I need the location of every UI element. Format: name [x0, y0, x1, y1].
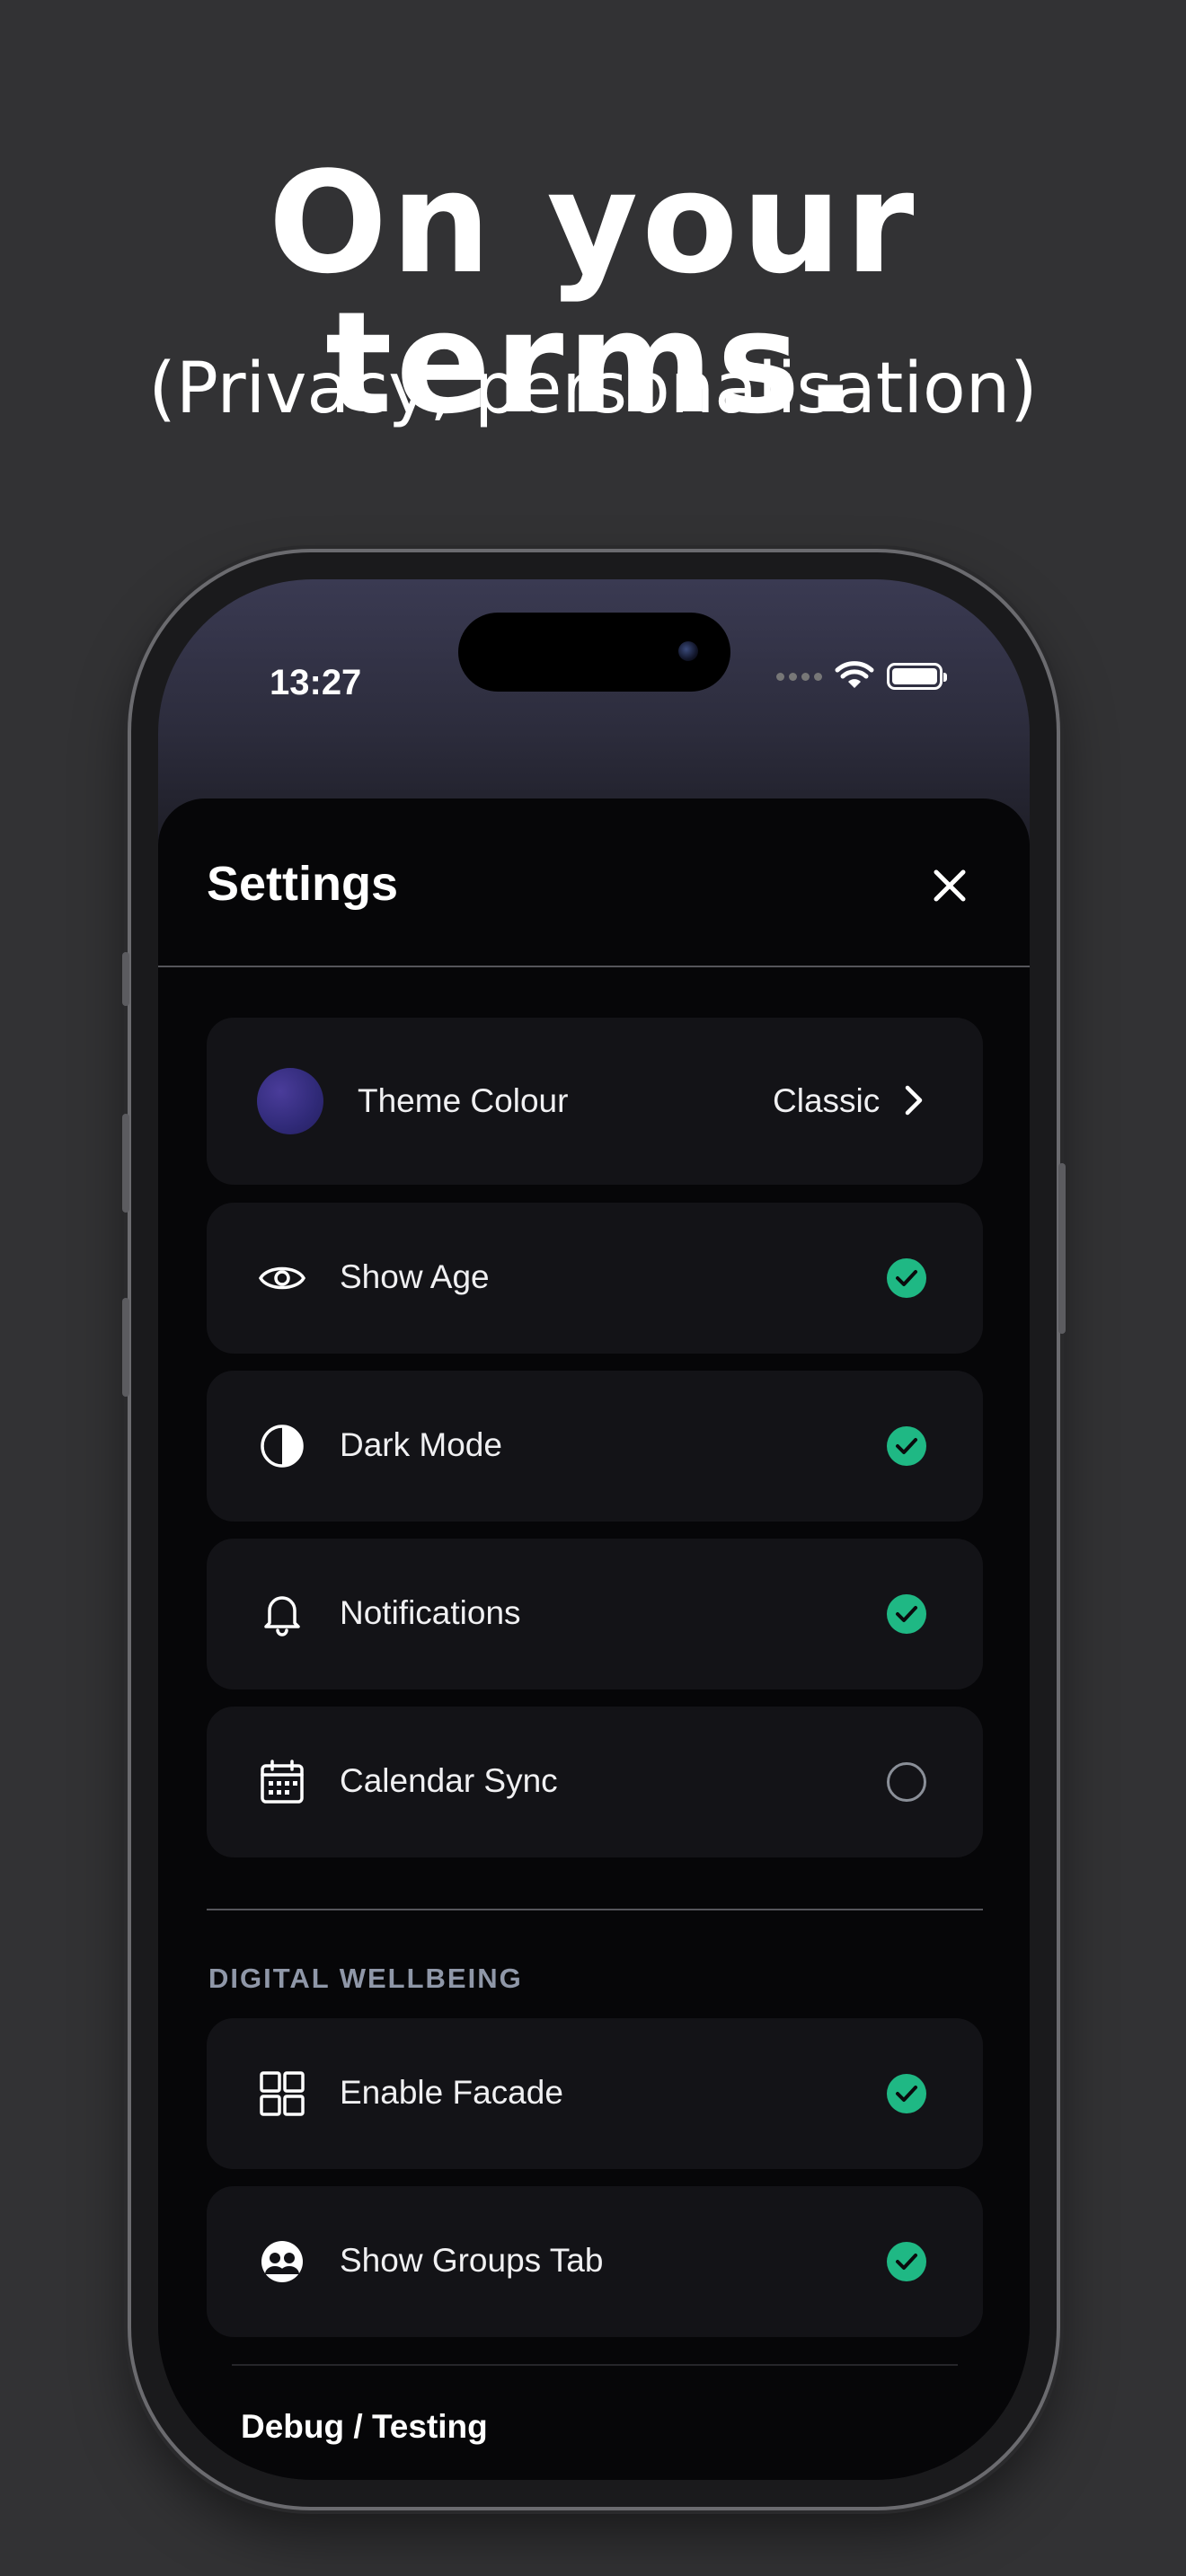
sheet-header: Settings	[158, 798, 1030, 966]
show-age-row[interactable]: Show Age	[207, 1203, 983, 1354]
signal-dots-icon	[776, 672, 822, 681]
show-groups-tab-label: Show Groups Tab	[340, 2242, 604, 2279]
check-circle-icon[interactable]	[886, 2241, 927, 2282]
bell-icon	[264, 1596, 300, 1636]
grid-icon	[260, 2071, 305, 2116]
battery-icon	[887, 663, 947, 690]
status-bar: 13:27	[158, 579, 1030, 759]
notifications-label: Notifications	[340, 1594, 521, 1631]
check-circle-icon[interactable]	[886, 1593, 927, 1635]
eye-icon	[258, 1266, 306, 1290]
notifications-row[interactable]: Notifications	[207, 1539, 983, 1689]
show-groups-tab-row[interactable]: Show Groups Tab	[207, 2186, 983, 2337]
sheet-title: Settings	[207, 857, 399, 911]
volume-down-button	[122, 1298, 129, 1397]
header-divider	[158, 966, 1030, 967]
close-icon[interactable]	[925, 861, 974, 910]
enable-facade-label: Enable Facade	[340, 2074, 563, 2111]
wellbeing-section-label: DIGITAL WELLBEING	[208, 1963, 523, 1994]
chevron-right-icon	[905, 1085, 923, 1116]
group-icon	[261, 2241, 303, 2282]
section-divider	[207, 1909, 983, 1910]
debug-section-title: Debug / Testing	[241, 2408, 488, 2445]
check-circle-icon[interactable]	[886, 2073, 927, 2114]
dark-mode-row[interactable]: Dark Mode	[207, 1371, 983, 1522]
theme-colour-label: Theme Colour	[358, 1082, 569, 1119]
debug-divider	[232, 2364, 958, 2366]
dark-mode-label: Dark Mode	[340, 1426, 502, 1463]
settings-sheet: Settings Theme Colour Classic Show Age D…	[158, 798, 1030, 2480]
status-icons	[776, 658, 947, 694]
promo-subheadline: (Privacy, personalisation)	[148, 348, 1038, 429]
camera-icon	[678, 641, 698, 661]
contrast-icon	[261, 1425, 304, 1468]
dynamic-island	[458, 613, 730, 692]
unchecked-circle-icon[interactable]	[886, 1761, 927, 1803]
status-time: 13:27	[270, 663, 362, 702]
calendar-sync-label: Calendar Sync	[340, 1762, 558, 1799]
phone-frame: 13:27 Settings Theme Colour Classic Show…	[122, 552, 1066, 2507]
theme-colour-value: Classic	[773, 1082, 881, 1119]
show-age-label: Show Age	[340, 1258, 490, 1295]
calendar-sync-row[interactable]: Calendar Sync	[207, 1707, 983, 1857]
theme-swatch	[257, 1068, 323, 1134]
calendar-icon	[261, 1760, 304, 1804]
volume-up-button	[122, 1114, 129, 1213]
phone-screen: 13:27 Settings Theme Colour Classic Show…	[158, 579, 1030, 2480]
wifi-icon	[835, 661, 874, 688]
theme-colour-row[interactable]: Theme Colour Classic	[207, 1018, 983, 1185]
enable-facade-row[interactable]: Enable Facade	[207, 2018, 983, 2169]
check-circle-icon[interactable]	[886, 1425, 927, 1467]
power-button	[1058, 1163, 1066, 1334]
check-circle-icon[interactable]	[886, 1257, 927, 1299]
action-button	[122, 952, 129, 1006]
